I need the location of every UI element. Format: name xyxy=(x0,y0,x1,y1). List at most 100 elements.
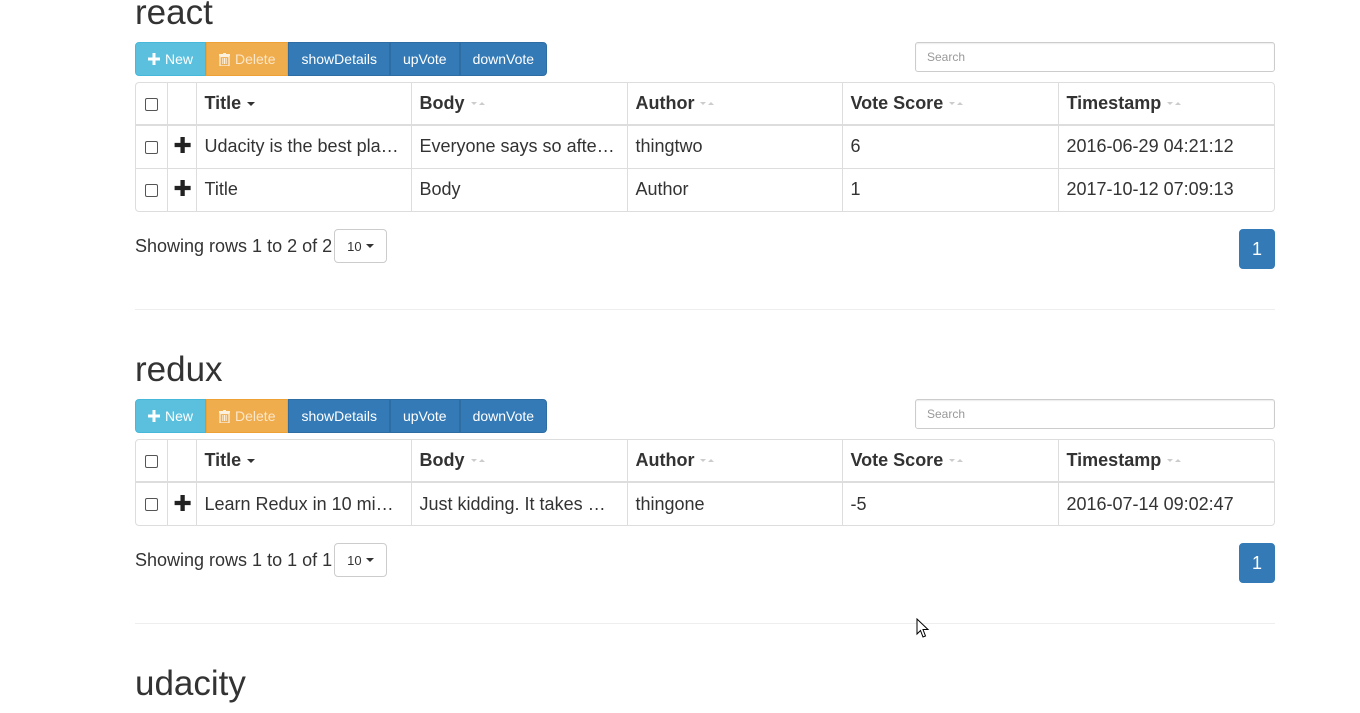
page-size-value: 10 xyxy=(347,552,362,568)
showing-rows-text: Showing rows 1 to 1 of 1 xyxy=(135,549,333,570)
delete-button[interactable]: Delete xyxy=(206,42,289,76)
showing-rows-text: Showing rows 1 to 2 of 2 xyxy=(135,235,333,256)
sort-icon xyxy=(470,459,485,463)
row-select-cell xyxy=(136,167,168,211)
row-checkbox[interactable] xyxy=(144,141,158,154)
posts-table: Title Body Author Vote Score Timestamp ✚… xyxy=(135,439,1275,526)
search-input[interactable] xyxy=(915,399,1275,429)
category-section-react: react New Delete showDetails upVote down… xyxy=(135,0,1275,290)
downvote-button[interactable]: downVote xyxy=(459,399,548,433)
upvote-button[interactable]: upVote xyxy=(389,42,460,76)
select-all-checkbox[interactable] xyxy=(144,97,158,111)
column-author-label: Author xyxy=(635,450,695,470)
sort-icon xyxy=(700,459,715,463)
cell-timestamp: 2017-10-12 07:09:13 xyxy=(1058,167,1274,211)
show-details-label: showDetails xyxy=(301,408,377,424)
new-button-label: New xyxy=(165,408,194,424)
column-header-author[interactable]: Author xyxy=(627,83,843,126)
table-row[interactable]: ✚ Learn Redux in 10 minutes! Just kiddin… xyxy=(136,482,1274,525)
plus-icon xyxy=(148,53,160,65)
column-header-vote-score[interactable]: Vote Score xyxy=(842,440,1059,483)
expand-plus-icon[interactable]: ✚ xyxy=(174,491,192,516)
cell-body: Everyone says so after all. xyxy=(411,125,628,168)
column-header-title[interactable]: Title xyxy=(196,83,412,126)
category-section-redux: redux New Delete showDetails upVote down… xyxy=(135,350,1275,590)
posts-table: Title Body Author Vote Score Timestamp ✚… xyxy=(135,82,1275,212)
category-title: redux xyxy=(135,350,223,389)
upvote-label: upVote xyxy=(402,408,447,424)
pagination-info: Showing rows 1 to 2 of 2 10 xyxy=(135,229,387,263)
cell-vote-score: 1 xyxy=(842,167,1059,211)
caret-down-icon xyxy=(365,244,374,248)
new-button[interactable]: New xyxy=(135,399,207,433)
column-timestamp-label: Timestamp xyxy=(1066,93,1162,113)
column-header-title[interactable]: Title xyxy=(196,440,412,483)
upvote-label: upVote xyxy=(402,51,447,67)
page-size-dropdown[interactable]: 10 xyxy=(334,543,387,577)
downvote-label: downVote xyxy=(472,51,535,67)
category-section-udacity: udacity xyxy=(135,664,1275,713)
sort-icon xyxy=(1167,102,1182,106)
show-details-button[interactable]: showDetails xyxy=(288,399,390,433)
show-details-button[interactable]: showDetails xyxy=(288,42,390,76)
select-all-checkbox[interactable] xyxy=(144,454,158,468)
new-button[interactable]: New xyxy=(135,42,207,76)
section-divider xyxy=(135,623,1275,624)
table-header-row: Title Body Author Vote Score Timestamp xyxy=(136,83,1274,126)
column-timestamp-label: Timestamp xyxy=(1066,450,1162,470)
cell-title: Learn Redux in 10 minutes! xyxy=(196,482,412,525)
category-title: udacity xyxy=(135,664,246,703)
mouse-cursor-icon xyxy=(916,618,930,638)
show-details-label: showDetails xyxy=(301,51,377,67)
page-button-1[interactable]: 1 xyxy=(1239,229,1275,269)
pagination-info: Showing rows 1 to 1 of 1 10 xyxy=(135,543,387,577)
cell-body: Body xyxy=(411,167,628,211)
sort-icon xyxy=(1167,459,1182,463)
column-title-label: Title xyxy=(204,93,242,113)
expand-cell[interactable]: ✚ xyxy=(167,482,197,525)
table-row[interactable]: ✚ Udacity is the best place to learn Rea… xyxy=(136,125,1274,168)
trash-icon xyxy=(219,409,231,423)
cell-author: Author xyxy=(627,167,843,211)
upvote-button[interactable]: upVote xyxy=(389,399,460,433)
sort-icon xyxy=(470,102,485,106)
toolbar: New Delete showDetails upVote downVote xyxy=(135,399,548,433)
row-select-cell xyxy=(136,482,168,525)
column-header-body[interactable]: Body xyxy=(411,440,628,483)
cell-title: Udacity is the best place to learn React xyxy=(196,125,412,168)
expand-plus-icon[interactable]: ✚ xyxy=(174,133,192,158)
plus-icon xyxy=(148,410,160,422)
section-divider xyxy=(135,309,1275,310)
column-header-author[interactable]: Author xyxy=(627,440,843,483)
row-checkbox[interactable] xyxy=(144,498,158,512)
cell-author: thingone xyxy=(627,482,843,525)
new-button-label: New xyxy=(165,51,194,67)
column-header-timestamp[interactable]: Timestamp xyxy=(1058,83,1274,126)
table-row[interactable]: ✚ Title Body Author 1 2017-10-12 07:09:1… xyxy=(136,167,1274,211)
expand-cell[interactable]: ✚ xyxy=(167,125,197,168)
page-size-dropdown[interactable]: 10 xyxy=(334,229,387,263)
sort-icon xyxy=(949,459,964,463)
column-header-vote-score[interactable]: Vote Score xyxy=(842,83,1059,126)
column-header-body[interactable]: Body xyxy=(411,83,628,126)
expand-plus-icon[interactable]: ✚ xyxy=(174,176,192,201)
downvote-label: downVote xyxy=(472,408,535,424)
cell-timestamp: 2016-06-29 04:21:12 xyxy=(1066,136,1234,157)
search-input[interactable] xyxy=(915,42,1275,72)
column-body-label: Body xyxy=(419,450,465,470)
column-title-label: Title xyxy=(204,450,242,470)
row-checkbox[interactable] xyxy=(144,184,158,197)
downvote-button[interactable]: downVote xyxy=(459,42,548,76)
sort-icon xyxy=(949,102,964,106)
delete-button[interactable]: Delete xyxy=(206,399,289,433)
cell-vote-score: -5 xyxy=(842,482,1059,525)
trash-icon xyxy=(219,52,231,66)
page-button-1[interactable]: 1 xyxy=(1239,543,1275,583)
cell-timestamp: 2016-07-14 09:02:47 xyxy=(1066,493,1234,514)
delete-button-label: Delete xyxy=(235,408,276,424)
caret-down-icon xyxy=(365,558,374,562)
sort-desc-icon xyxy=(247,102,256,107)
column-body-label: Body xyxy=(419,93,465,113)
column-header-timestamp[interactable]: Timestamp xyxy=(1058,440,1274,483)
expand-cell[interactable]: ✚ xyxy=(167,167,197,211)
